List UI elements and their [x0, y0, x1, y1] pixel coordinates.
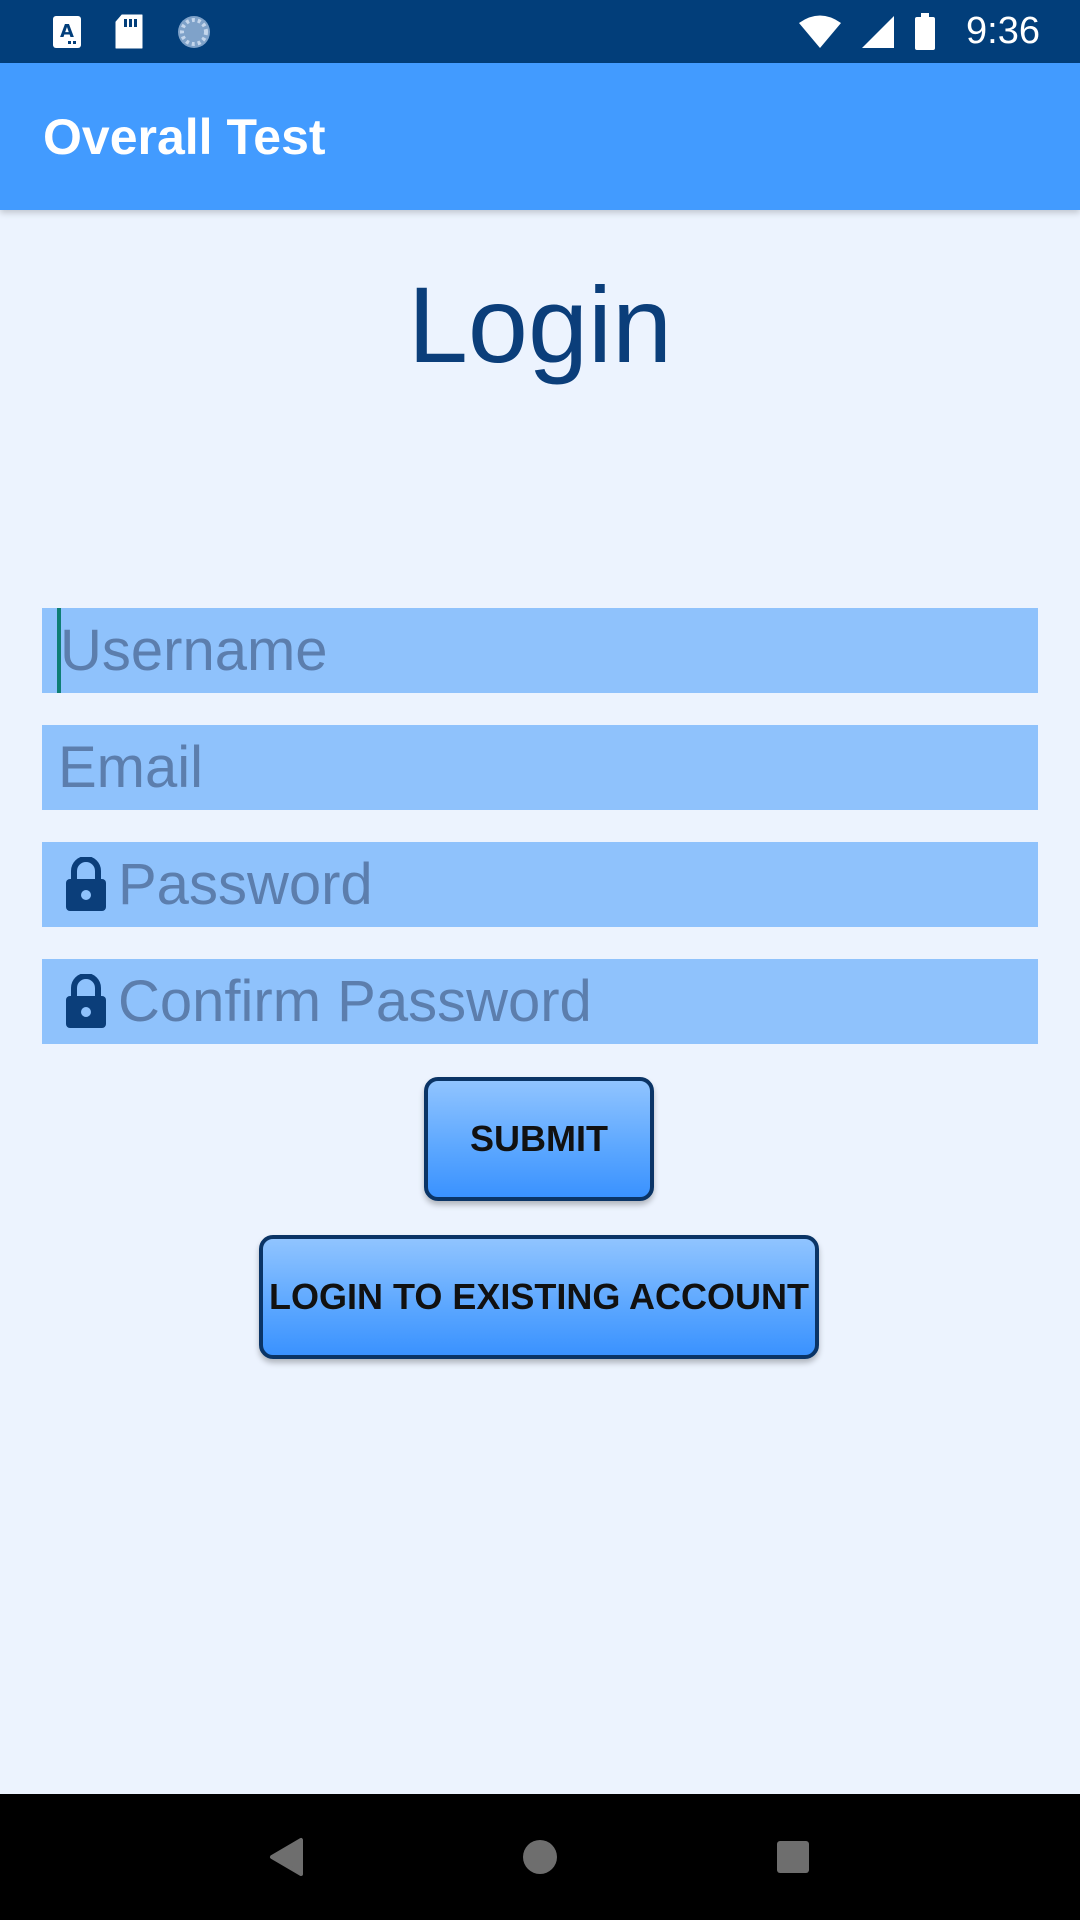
username-field-container [42, 608, 1038, 693]
lock-icon [64, 972, 108, 1030]
email-input[interactable] [58, 725, 1038, 810]
lock-icon [64, 855, 108, 913]
password-field-container [42, 842, 1038, 927]
navigation-bar [0, 1794, 1080, 1920]
text-caret [57, 608, 61, 693]
app-bar: Overall Test [0, 63, 1080, 210]
battery-icon [914, 12, 936, 51]
status-time: 9:36 [966, 10, 1040, 52]
confirm-password-field-container [42, 959, 1038, 1044]
page-title: Login [407, 264, 673, 385]
a-icon: A [52, 15, 82, 49]
status-left-icons: A [52, 14, 212, 50]
login-existing-account-button[interactable]: LOGIN TO EXISTING ACCOUNT [259, 1235, 819, 1359]
password-input[interactable] [118, 842, 1038, 927]
status-bar: A 9:36 [0, 0, 1080, 63]
email-field-container [42, 725, 1038, 810]
username-input[interactable] [58, 608, 1038, 693]
home-icon[interactable] [500, 1817, 580, 1897]
submit-button[interactable]: SUBMIT [424, 1077, 654, 1201]
confirm-password-input[interactable] [118, 959, 1038, 1044]
status-right-icons: 9:36 [798, 10, 1040, 53]
app-title: Overall Test [43, 108, 326, 165]
cell-signal-icon [860, 14, 896, 50]
wifi-icon [798, 14, 842, 50]
loading-icon [176, 14, 212, 50]
svg-text:A: A [60, 21, 74, 42]
recents-icon[interactable] [753, 1817, 833, 1897]
back-icon[interactable] [247, 1817, 327, 1897]
sd-card-icon [114, 14, 144, 50]
